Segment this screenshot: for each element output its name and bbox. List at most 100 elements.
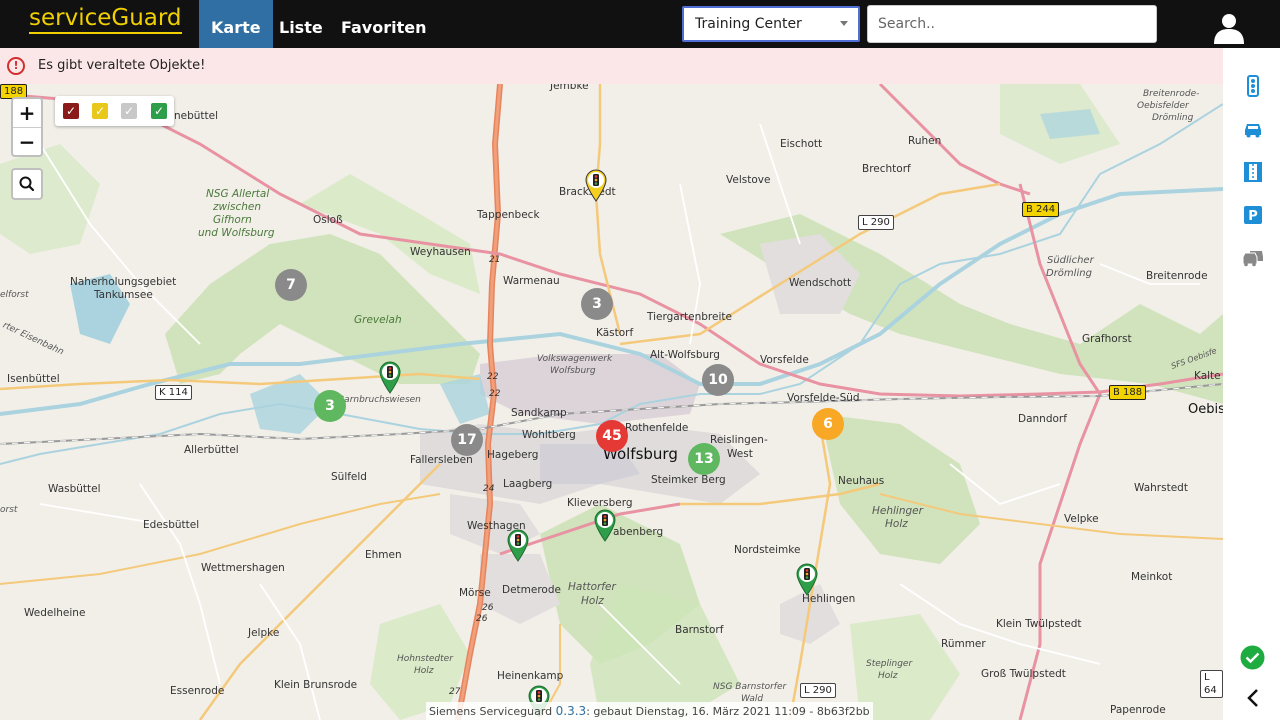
place-label: Drömling: [1046, 268, 1092, 279]
place-label: Fallersleben: [410, 454, 473, 466]
build-version[interactable]: 0.3.3: [556, 704, 587, 718]
place-label: Sandkamp: [511, 407, 567, 419]
vehicles-icon[interactable]: [1242, 247, 1264, 269]
place-label: Holz: [878, 671, 898, 681]
place-label: Kästorf: [596, 327, 634, 339]
place-label: Naherholungsgebiet: [70, 276, 177, 288]
traffic-light-marker-green[interactable]: [378, 360, 402, 394]
place-label: Heinenkamp: [497, 670, 564, 682]
zoom-in-button[interactable]: +: [13, 99, 41, 127]
build-prefix: Siemens Serviceguard: [429, 705, 556, 718]
marker-cluster[interactable]: 45: [596, 420, 628, 452]
road-sign: L 290: [800, 683, 836, 698]
filter-checkbox-yellow[interactable]: ✓: [92, 103, 108, 119]
check-circle-icon[interactable]: [1240, 645, 1265, 670]
road-sign: B 188: [1109, 385, 1147, 400]
chevron-left-icon[interactable]: [1242, 687, 1264, 709]
place-label: West: [727, 448, 753, 460]
place-label: Steimker Berg: [651, 474, 726, 486]
place-label: Isenbüttel: [7, 373, 60, 385]
place-label: Drömling: [1152, 113, 1194, 123]
place-label: Grevelah: [354, 314, 402, 326]
place-label: Grafhorst: [1082, 333, 1132, 345]
place-label: Brechtorf: [862, 163, 911, 175]
place-label: Gifhorn: [213, 214, 252, 226]
motorway-number: 26: [482, 603, 494, 613]
place-label: Oebis: [1188, 402, 1223, 417]
map-search-button[interactable]: [11, 168, 43, 200]
warning-text: Es gibt veraltete Objekte!: [38, 58, 206, 73]
place-label: Holz: [414, 666, 434, 676]
parking-icon[interactable]: P: [1242, 204, 1264, 226]
zoom-control: + −: [11, 97, 43, 157]
motorway-number: 22: [487, 372, 499, 382]
place-label: Jelpke: [248, 627, 280, 639]
road-sign: L 290: [858, 215, 894, 230]
place-label: Ehmen: [365, 549, 402, 561]
filter-checkbox-green[interactable]: ✓: [151, 103, 167, 119]
place-label: Warmenau: [503, 275, 560, 287]
map-view[interactable]: Jembke Eischott Ruhen Breitenrode- Oebis…: [0, 84, 1223, 720]
site-select[interactable]: Training Center: [682, 6, 860, 42]
place-label: Wahrstedt: [1134, 482, 1188, 494]
place-label: Holz: [581, 595, 604, 607]
place-label: elforst: [0, 290, 29, 300]
place-label: Allerbüttel: [184, 444, 239, 456]
tab-liste[interactable]: Liste: [267, 0, 335, 48]
build-suffix: : gebaut Dienstag, 16. März 2021 11:09 -…: [586, 705, 870, 718]
car-icon[interactable]: [1242, 118, 1264, 140]
place-label: und Wolfsburg: [198, 227, 275, 239]
place-label: Tappenbeck: [477, 209, 540, 221]
place-label: Wasbüttel: [48, 483, 101, 495]
traffic-light-marker-green[interactable]: [593, 508, 617, 542]
tab-favoriten[interactable]: Favoriten: [329, 0, 438, 48]
marker-cluster[interactable]: 7: [275, 269, 307, 301]
place-label: Oebisfelder: [1137, 101, 1189, 111]
parking-garage-icon[interactable]: [1242, 161, 1264, 183]
traffic-light-marker-yellow[interactable]: [584, 168, 608, 202]
place-label: nebüttel: [174, 110, 219, 122]
place-label: Neuhaus: [838, 475, 885, 487]
place-label: Danndorf: [1018, 413, 1067, 425]
place-label: Hageberg: [487, 449, 539, 461]
place-label: Essenrode: [170, 685, 225, 697]
place-label: Rümmer: [941, 638, 986, 650]
place-label: Osloß: [313, 214, 343, 226]
traffic-light-marker-green[interactable]: [506, 528, 530, 562]
zoom-out-button[interactable]: −: [13, 127, 41, 155]
place-label: Wendschott: [789, 277, 852, 289]
place-label: Edesbüttel: [143, 519, 200, 531]
marker-cluster[interactable]: 10: [702, 364, 734, 396]
marker-cluster[interactable]: 17: [451, 424, 483, 456]
top-nav-bar: serviceGuard Karte Liste Favoriten Train…: [0, 0, 1280, 48]
place-label: Hohnstedter: [397, 654, 453, 664]
place-label: orst: [0, 505, 18, 515]
place-label: Velstove: [726, 174, 771, 186]
place-label: Rothenfelde: [625, 422, 689, 434]
place-label: Breitenrode-: [1143, 89, 1200, 99]
road-sign: L 64: [1200, 670, 1223, 698]
caret-down-icon: [840, 21, 848, 26]
traffic-light-marker-green[interactable]: [795, 562, 819, 596]
right-sidebar: P: [1223, 48, 1280, 720]
place-label: Holz: [885, 518, 908, 530]
motorway-number: 22: [489, 389, 501, 399]
filter-checkbox-red[interactable]: ✓: [63, 103, 79, 119]
search-input[interactable]: [867, 5, 1157, 43]
place-label: Wettmershagen: [201, 562, 285, 574]
marker-cluster[interactable]: 3: [581, 288, 613, 320]
app-logo[interactable]: serviceGuard: [29, 4, 182, 34]
place-label: Reislingen-: [710, 434, 768, 446]
marker-cluster[interactable]: 6: [812, 408, 844, 440]
tab-karte[interactable]: Karte: [199, 0, 273, 48]
marker-cluster[interactable]: 13: [688, 443, 720, 475]
svg-text:P: P: [1248, 209, 1258, 224]
place-label: abenberg: [613, 526, 664, 538]
user-avatar-icon[interactable]: [1212, 10, 1246, 44]
traffic-light-icon[interactable]: [1242, 75, 1264, 97]
place-label: Tiergartenbreite: [647, 311, 732, 323]
filter-checkbox-gray[interactable]: ✓: [121, 103, 137, 119]
marker-cluster[interactable]: 3: [314, 390, 346, 422]
road-sign: B 244: [1022, 202, 1060, 217]
place-label: Breitenrode: [1146, 270, 1208, 282]
